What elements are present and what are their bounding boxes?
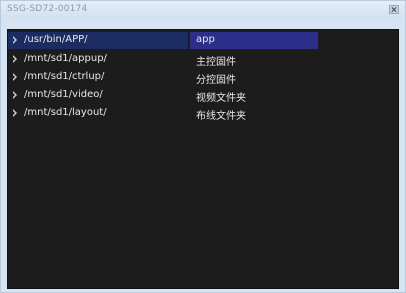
item-path: /mnt/sd1/ctrlup/ — [24, 71, 105, 82]
item-path: /mnt/sd1/layout/ — [24, 107, 107, 118]
expand-arrow-icon[interactable] — [13, 109, 17, 117]
item-description: 视频文件夹 — [196, 93, 246, 104]
expand-arrow-icon[interactable] — [13, 91, 17, 99]
close-icon[interactable] — [389, 5, 399, 14]
window-title: SSG-SD72-00174 — [7, 4, 88, 14]
item-description: 主控固件 — [196, 57, 236, 68]
list-item[interactable]: /usr/bin/APP/ app — [8, 32, 398, 49]
list-item[interactable]: /mnt/sd1/layout/ 布线文件夹 — [8, 105, 398, 122]
app-window: SSG-SD72-00174 /usr/bin/APP/ app /mnt/sd… — [0, 0, 406, 293]
item-description: 分控固件 — [196, 75, 236, 86]
expand-arrow-icon[interactable] — [13, 55, 17, 63]
file-list: /usr/bin/APP/ app /mnt/sd1/appup/ 主控固件 /… — [7, 29, 399, 289]
title-bar[interactable]: SSG-SD72-00174 — [1, 1, 405, 19]
expand-arrow-icon[interactable] — [13, 73, 17, 81]
item-description: app — [196, 34, 215, 45]
list-item[interactable]: /mnt/sd1/appup/ 主控固件 — [8, 51, 398, 68]
item-path: /usr/bin/APP/ — [24, 34, 88, 45]
item-description: 布线文件夹 — [196, 111, 246, 122]
list-item[interactable]: /mnt/sd1/video/ 视频文件夹 — [8, 87, 398, 104]
item-path: /mnt/sd1/video/ — [24, 89, 103, 100]
expand-arrow-icon[interactable] — [13, 36, 17, 44]
list-item[interactable]: /mnt/sd1/ctrlup/ 分控固件 — [8, 69, 398, 86]
item-path: /mnt/sd1/appup/ — [24, 53, 107, 64]
